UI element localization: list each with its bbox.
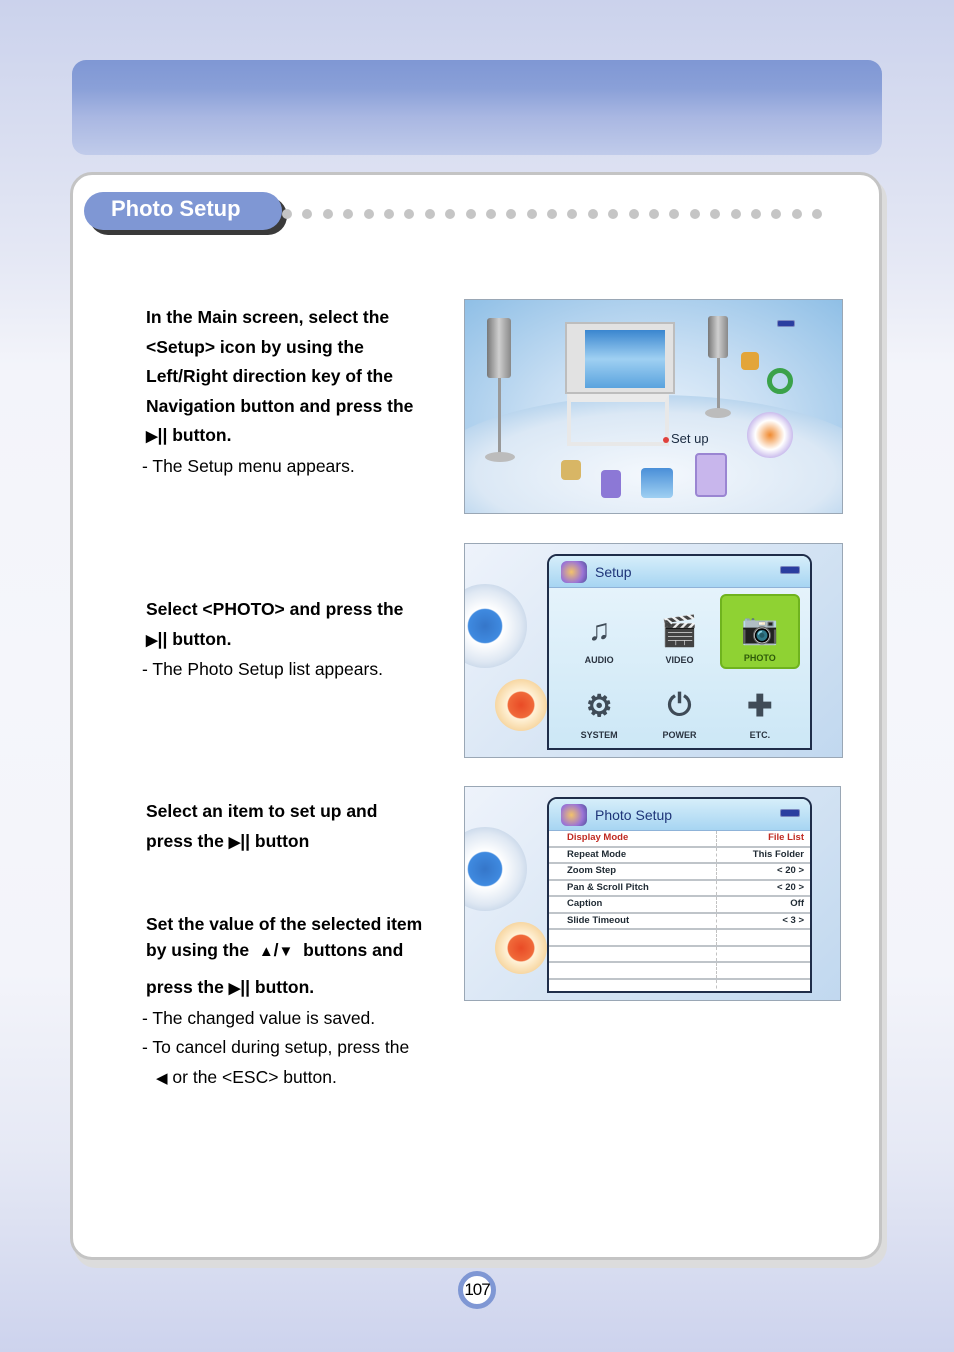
step-3: Select an item to set up and press the ▶… [146, 797, 377, 857]
power-icon: ⏻ [667, 689, 692, 722]
pda-icon[interactable] [695, 453, 727, 497]
step-4-note-3: ◀ or the <ESC> button. [156, 1066, 337, 1087]
list-row-caption[interactable]: Caption Off [549, 897, 810, 914]
play-pause-icon: ▶ [228, 833, 241, 851]
photo-camera-icon: 📷 [741, 612, 779, 646]
step-3-button-line: press the ▶|| button [146, 830, 310, 851]
blue-gear-icon [465, 827, 527, 911]
setup-item-audio[interactable]: ♫ AUDIO [559, 594, 639, 669]
setup-window-title: Setup [549, 556, 810, 588]
orange-gear-icon [495, 679, 547, 731]
list-row-empty [549, 946, 810, 963]
step-1-line-4: Navigation button and press the [146, 395, 414, 416]
setup-item-etc[interactable]: ✚ ETC. [720, 669, 800, 744]
battery-icon [780, 566, 800, 574]
puzzle-icon: ✚ [747, 689, 773, 723]
list-row-slide-timeout[interactable]: Slide Timeout < 3 > [549, 913, 810, 930]
setup-item-power[interactable]: ⏻ POWER [639, 669, 719, 744]
step-2-line-1: Select <PHOTO> and press the [146, 599, 404, 619]
browser-search-icon[interactable] [641, 468, 673, 498]
list-row-zoom-step[interactable]: Zoom Step < 20 > [549, 864, 810, 881]
setup-screen-image: Setup ♫ AUDIO 🎬 VIDEO 📷 PHOTO ⚙ SYSTEM ⏻ [464, 543, 843, 758]
photo-setup-screen-image: Photo Setup Display Mode File List Repea… [464, 786, 841, 1001]
step-1-line-3: Left/Right direction key of the [146, 366, 393, 386]
setup-logo-icon [561, 804, 587, 826]
list-row-pan-scroll-pitch[interactable]: Pan & Scroll Pitch < 20 > [549, 880, 810, 897]
setup-label: Set up [663, 431, 709, 446]
photo-setup-window-title: Photo Setup [549, 799, 810, 831]
gear-icon: ⚙ [585, 689, 613, 723]
left-arrow-icon: ◀ [156, 1069, 168, 1087]
down-arrow-icon: ▼ [278, 943, 294, 960]
dotted-divider [282, 209, 852, 219]
orange-gear-icon [495, 922, 547, 974]
clapperboard-icon: 🎬 [660, 614, 699, 648]
step-4-note-2: - To cancel during setup, press the [142, 1037, 410, 1057]
battery-icon [777, 320, 795, 327]
step-4-button-line: press the ▶|| button. [146, 977, 315, 997]
step-1-line-2: <Setup> icon by using the [146, 336, 364, 357]
play-pause-icon: ▶ [228, 980, 241, 997]
step-4-note-1: - The changed value is saved. [142, 1007, 376, 1028]
setup-item-system[interactable]: ⚙ SYSTEM [559, 669, 639, 744]
blue-gear-icon [465, 584, 527, 668]
book-icon[interactable] [601, 470, 621, 498]
list-row-empty [549, 963, 810, 980]
battery-icon [780, 809, 800, 817]
step-1-note: - The Setup menu appears. [142, 455, 355, 476]
camcorder-icon [741, 352, 759, 370]
step-4: Set the value of the selected item by us… [142, 911, 423, 1093]
list-row-empty [549, 930, 810, 947]
speaker-icon [487, 318, 511, 378]
step-1-line-1: In the Main screen, select the [146, 307, 390, 327]
up-arrow-icon: ▲ [258, 943, 274, 960]
play-pause-icon: ▶ [146, 428, 158, 445]
photo-setup-window: Photo Setup Display Mode File List Repea… [547, 797, 812, 993]
step-4-line-1: Set the value of the selected item [146, 914, 423, 934]
step-4-updown-line: by using the ▲/▼ buttons and [146, 940, 404, 960]
setup-grid: ♫ AUDIO 🎬 VIDEO 📷 PHOTO ⚙ SYSTEM ⏻ POWER… [549, 588, 810, 748]
headphones-icon [767, 368, 793, 394]
setup-item-video[interactable]: 🎬 VIDEO [639, 594, 719, 669]
main-screen-image: Set up [464, 299, 843, 514]
list-row-display-mode[interactable]: Display Mode File List [549, 831, 810, 848]
step-2-button-line: ▶|| button. [146, 628, 232, 649]
setup-item-photo[interactable]: 📷 PHOTO [719, 594, 800, 669]
step-1: In the Main screen, select the <Setup> i… [142, 303, 414, 481]
step-1-button-line: ▶|| button. [146, 425, 232, 445]
music-note-icon: ♫ [587, 614, 611, 647]
setup-gear-icon[interactable] [747, 412, 793, 458]
setup-window: Setup ♫ AUDIO 🎬 VIDEO 📷 PHOTO ⚙ SYSTEM ⏻ [547, 554, 812, 750]
step-2-note: - The Photo Setup list appears. [142, 659, 383, 679]
photo-icon[interactable] [561, 460, 581, 480]
photo-setup-list: Display Mode File List Repeat Mode This … [549, 831, 810, 991]
list-row-empty [549, 979, 810, 991]
speaker-icon [708, 316, 728, 358]
step-3-line-1: Select an item to set up and [146, 801, 378, 821]
section-title: Photo Setup [84, 192, 282, 230]
setup-logo-icon [561, 561, 587, 583]
page-number: 107 [458, 1271, 496, 1309]
list-row-repeat-mode[interactable]: Repeat Mode This Folder [549, 847, 810, 864]
step-2: Select <PHOTO> and press the ▶|| button.… [142, 595, 404, 685]
header-band [72, 60, 882, 155]
play-pause-icon: ▶ [146, 631, 158, 649]
